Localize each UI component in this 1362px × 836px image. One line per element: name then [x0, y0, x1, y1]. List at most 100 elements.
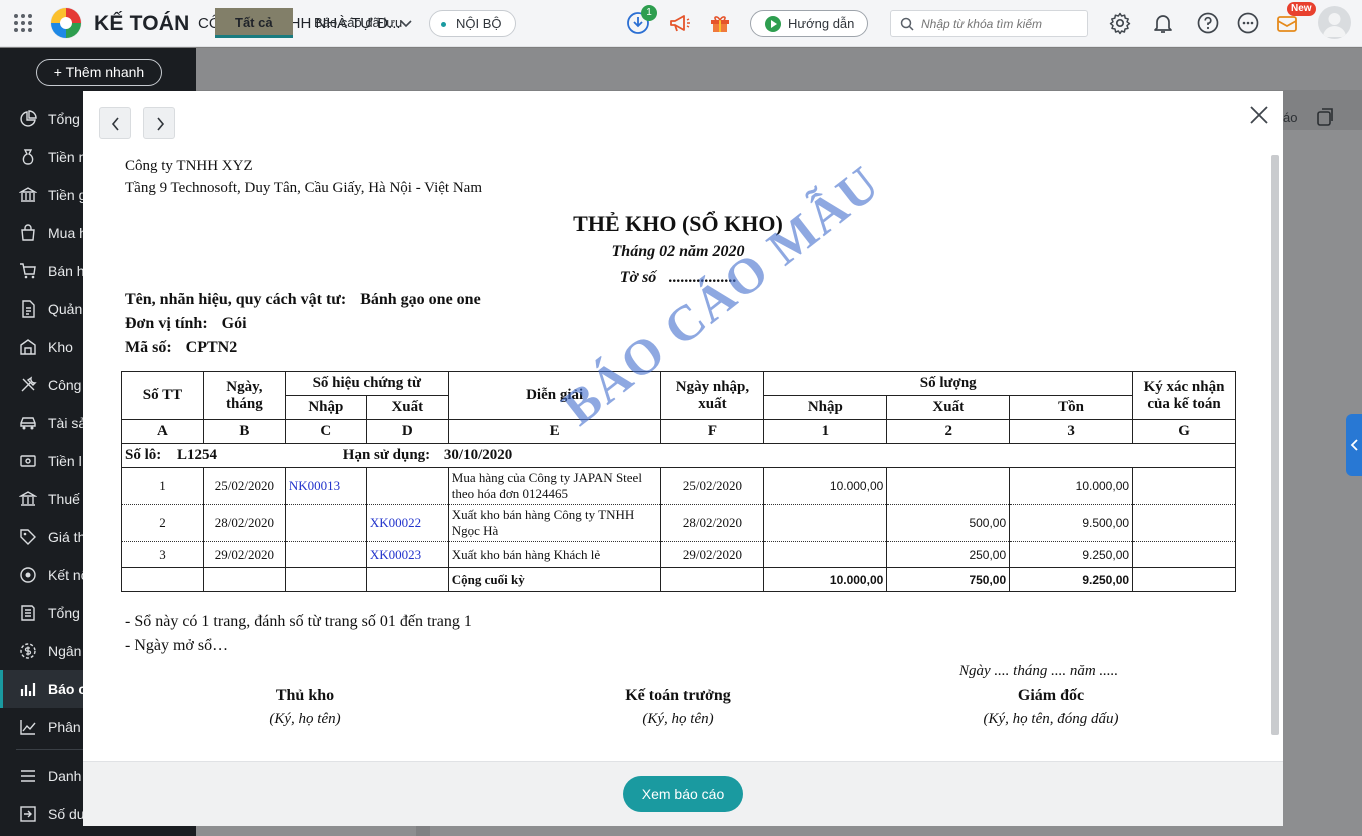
- cell-stt: 2: [121, 504, 204, 542]
- cell-stock: 9.500,00: [1009, 504, 1134, 542]
- gear-icon[interactable]: [1108, 11, 1132, 35]
- search-input[interactable]: [921, 15, 1081, 33]
- app-logo-icon[interactable]: [50, 7, 82, 39]
- brand-name: KẾ TOÁN: [94, 12, 190, 35]
- pie-chart-icon: [20, 110, 37, 127]
- apps-grid-icon[interactable]: [13, 13, 33, 33]
- copy-icon[interactable]: [1314, 106, 1336, 128]
- bar-chart-icon: [20, 683, 36, 696]
- col-label: F: [660, 419, 765, 444]
- expiry-value: 30/10/2020: [443, 447, 513, 463]
- column-label-row: A B C D E F 1 2 3 G: [121, 419, 1236, 444]
- sidebar-item-label: Tài sả: [48, 415, 87, 431]
- table-row: 2 28/02/2020 XK00022 Xuất kho bán hàng C…: [121, 504, 1236, 542]
- signer-sub-director: (Ký, họ tên, đóng dấu): [983, 711, 1119, 727]
- report-company-address: Tầng 9 Technosoft, Duy Tân, Cầu Giấy, Hà…: [125, 180, 483, 196]
- warehouse-icon: [20, 339, 36, 355]
- col-label: 2: [886, 419, 1011, 444]
- ledger-icon: [21, 605, 35, 621]
- unit-line: Đơn vị tính: Gói: [125, 315, 247, 333]
- bell-icon[interactable]: [1151, 11, 1175, 35]
- guide-label: Hướng dẫn: [788, 16, 855, 31]
- material-value: Bánh gạo one one: [360, 291, 481, 308]
- guide-button[interactable]: Hướng dẫn: [750, 10, 868, 37]
- material-name-line: Tên, nhãn hiệu, quy cách vật tư: Bánh gạo…: [125, 291, 481, 309]
- col-label: 3: [1009, 419, 1134, 444]
- voucher-out-link[interactable]: XK00023: [365, 541, 449, 568]
- material-label: Tên, nhãn hiệu, quy cách vật tư:: [125, 291, 347, 308]
- dollar-circle-icon: [20, 643, 36, 659]
- import-icon: [20, 806, 36, 822]
- cell-date: 29/02/2020: [202, 541, 286, 568]
- cell-empty: [365, 567, 449, 592]
- voucher-out-link[interactable]: XK00022: [365, 504, 449, 542]
- header-date: Ngày, tháng: [202, 371, 286, 420]
- sidebar-item-label: Phân: [48, 719, 81, 735]
- unit-label: Đơn vị tính:: [125, 315, 208, 332]
- government-icon: [19, 491, 37, 506]
- cell-empty: [284, 567, 367, 592]
- avatar[interactable]: [1318, 6, 1351, 39]
- cell-stock: 9.250,00: [1009, 541, 1134, 568]
- cell-description: Mua hàng của Công ty JAPAN Steel theo hó…: [447, 467, 662, 505]
- sidebar-item-label: Kho: [48, 339, 73, 355]
- header-voucher-in: Nhập: [284, 395, 367, 420]
- car-icon: [20, 417, 36, 430]
- view-report-button[interactable]: Xem báo cáo: [623, 776, 743, 812]
- sidebar-item-label: Tổng: [48, 111, 80, 127]
- cell-io-date: 28/02/2020: [660, 504, 765, 542]
- total-label: Cộng cuối kỳ: [447, 567, 662, 592]
- stock-table: Số TT Ngày, tháng Số hiệu chứng từ Diễn …: [121, 371, 1236, 592]
- sidebar-item-label: Giá th: [48, 529, 86, 545]
- list-icon: [21, 770, 35, 782]
- cell-description: Xuất kho bán hàng Công ty TNHH Ngọc Hà: [447, 504, 662, 542]
- cell-empty: [660, 567, 765, 592]
- tab-saved-reports[interactable]: Báo cáo đã lưu: [294, 8, 422, 38]
- header-voucher-out: Xuất: [365, 395, 449, 420]
- cell-qty-out: [886, 467, 1011, 505]
- cell-sign: [1132, 504, 1236, 542]
- voucher-in-link[interactable]: NK00013: [284, 467, 367, 505]
- lot-value: L1254: [177, 447, 218, 463]
- sidebar-item-label: Tiền g: [48, 187, 87, 203]
- gift-icon[interactable]: [708, 11, 732, 35]
- sidebar-item-label: Ngân: [48, 643, 82, 659]
- cell-date: 25/02/2020: [202, 467, 286, 505]
- bank-icon: [19, 187, 37, 202]
- cell-empty: [121, 567, 204, 592]
- scope-selector[interactable]: NỘI BỘ: [429, 10, 516, 37]
- scope-label: NỘI BỘ: [456, 16, 502, 31]
- voucher-out-link[interactable]: [365, 467, 449, 505]
- search-icon: [900, 17, 914, 31]
- signer-sub-storekeeper: (Ký, họ tên): [269, 711, 341, 727]
- document-icon: [22, 300, 35, 318]
- tools-icon: [21, 376, 37, 392]
- cell-qty-in: 10.000,00: [763, 467, 888, 505]
- report-preview-modal: Công ty TNHH XYZ Tầng 9 Technosoft, Duy …: [83, 91, 1283, 826]
- search-box[interactable]: [890, 10, 1088, 37]
- sidebar-item-label: Quản: [48, 301, 83, 317]
- sheet-label: Tờ số: [619, 269, 657, 286]
- modal-footer: Xem báo cáo: [83, 761, 1283, 826]
- signature-date: Ngày .... tháng .... năm .....: [959, 663, 1119, 679]
- voucher-in-link[interactable]: [284, 541, 367, 568]
- header-io-date: Ngày nhập, xuất: [660, 371, 765, 420]
- cart-icon: [20, 263, 36, 279]
- more-icon[interactable]: [1236, 11, 1260, 35]
- voucher-in-link[interactable]: [284, 504, 367, 542]
- header-stt: Số TT: [121, 371, 204, 420]
- signer-title-storekeeper: Thủ kho: [275, 687, 335, 704]
- sidebar-item-label: Tiền l: [48, 453, 82, 469]
- table-row: 1 25/02/2020 NK00013 Mua hàng của Công t…: [121, 467, 1236, 505]
- tag-icon: [20, 529, 36, 545]
- header-voucher: Số hiệu chứng từ: [284, 371, 449, 396]
- cell-sign: [1132, 467, 1236, 505]
- megaphone-icon[interactable]: [668, 11, 692, 35]
- expand-panel-tab[interactable]: [1346, 414, 1362, 476]
- cell-stock: 10.000,00: [1009, 467, 1134, 505]
- col-label: 1: [763, 419, 888, 444]
- tab-all[interactable]: Tất cả: [215, 8, 293, 38]
- sidebar-item-label: Báo c: [48, 681, 87, 697]
- add-quick-button[interactable]: + Thêm nhanh: [36, 59, 162, 86]
- help-icon[interactable]: [1196, 11, 1220, 35]
